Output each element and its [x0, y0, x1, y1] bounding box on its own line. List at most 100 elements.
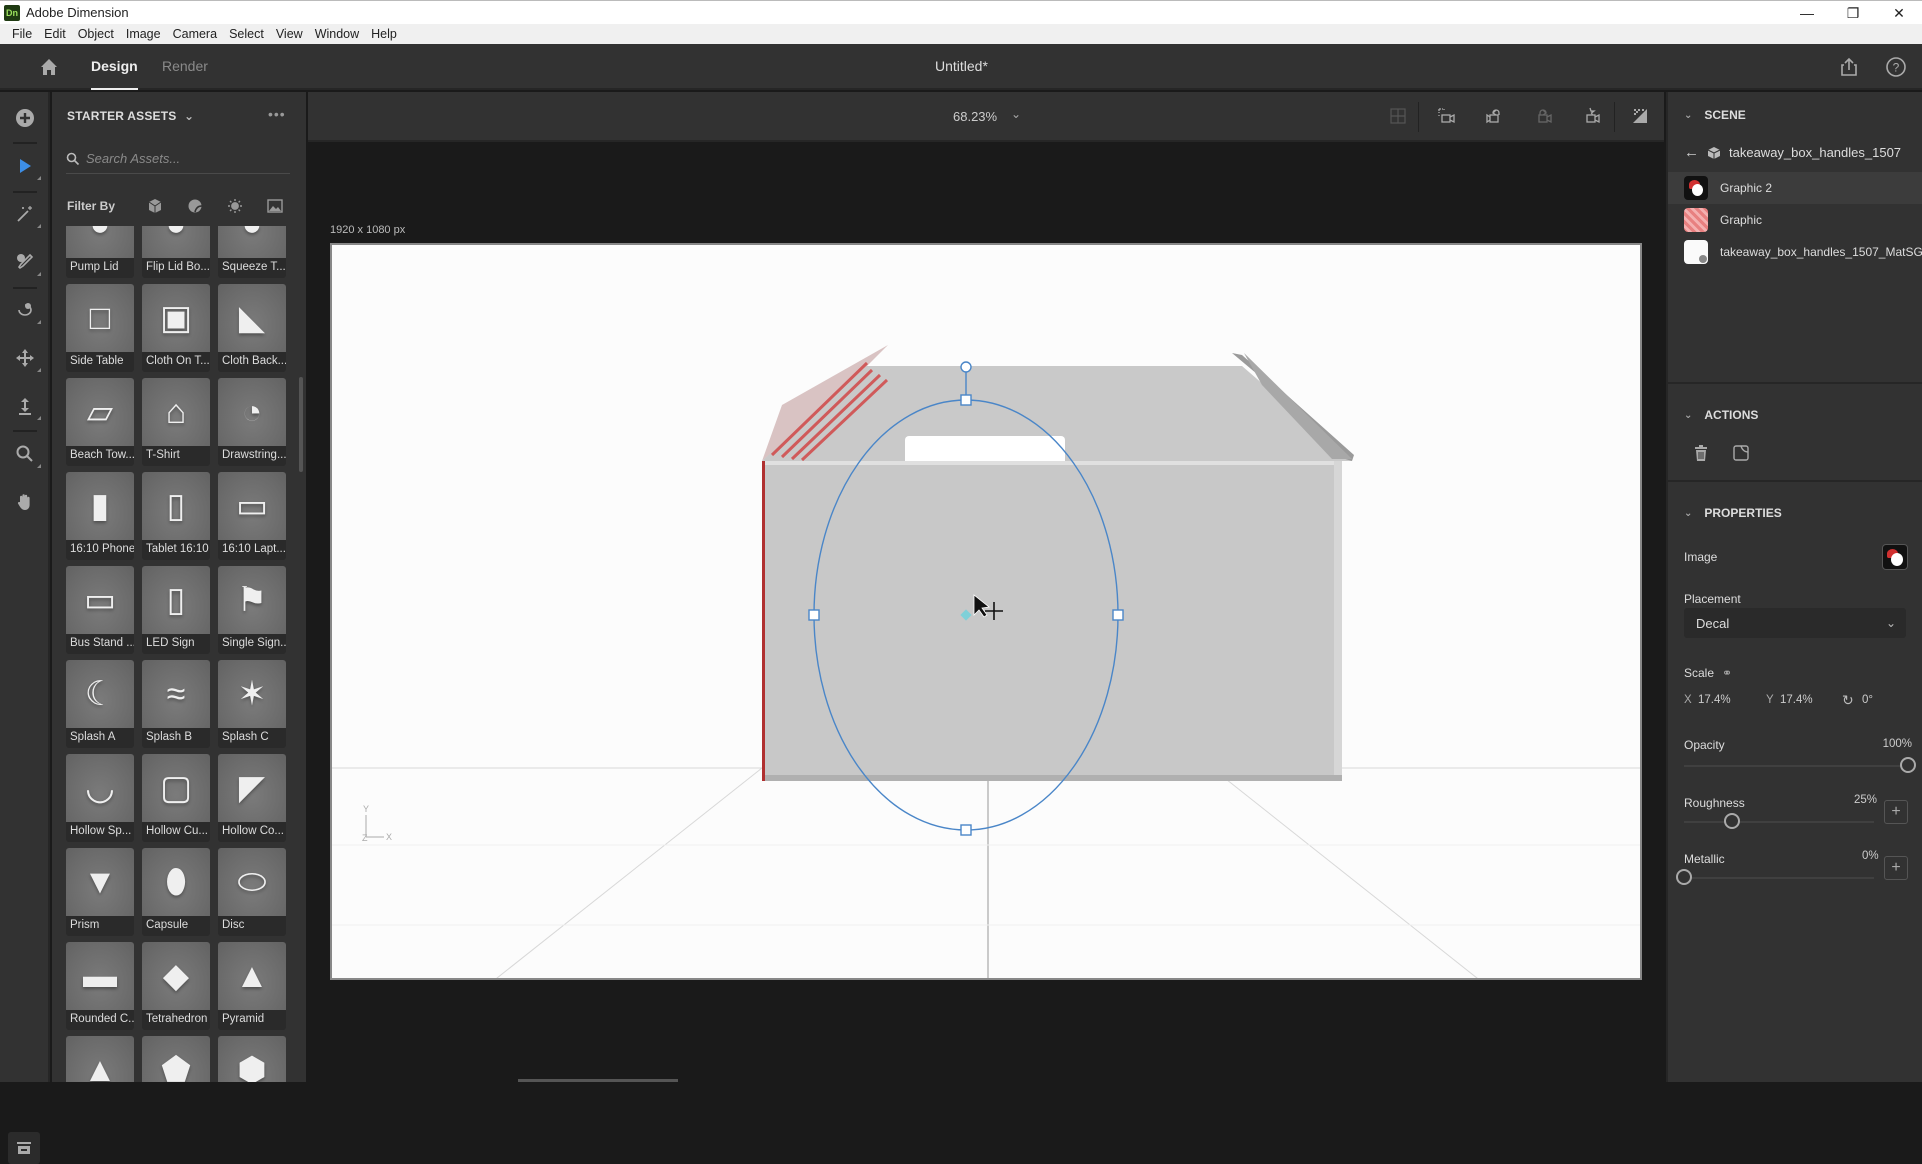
- asset-item[interactable]: ◤ Hollow Co...: [218, 754, 286, 842]
- assets-library-dropdown[interactable]: STARTER ASSETS ⌄: [67, 109, 194, 123]
- metallic-add-map-button[interactable]: +: [1884, 856, 1908, 880]
- menu-image[interactable]: Image: [120, 27, 167, 41]
- asset-item[interactable]: ▮ 16:10 Phone: [66, 472, 134, 560]
- share-icon[interactable]: [1838, 56, 1860, 78]
- close-button[interactable]: ✕: [1876, 1, 1922, 25]
- tab-render[interactable]: Render: [162, 58, 208, 74]
- menu-help[interactable]: Help: [365, 27, 403, 41]
- menu-select[interactable]: Select: [223, 27, 270, 41]
- link-icon[interactable]: ⚭: [1722, 666, 1732, 680]
- asset-item[interactable]: ◒ Squeeze T...: [218, 226, 286, 278]
- asset-item[interactable]: ⬟: [142, 1036, 210, 1082]
- asset-item[interactable]: ▭ 16:10 Lapt...: [218, 472, 286, 560]
- search-assets-field[interactable]: [66, 144, 290, 174]
- menu-camera[interactable]: Camera: [167, 27, 223, 41]
- roughness-add-map-button[interactable]: +: [1884, 800, 1908, 824]
- asset-item[interactable]: ◒ Flip Lid Bo...: [142, 226, 210, 278]
- asset-item[interactable]: ⌂ T-Shirt: [142, 378, 210, 466]
- render-preview-icon[interactable]: [1630, 106, 1650, 126]
- asset-item[interactable]: ▯ LED Sign: [142, 566, 210, 654]
- menu-window[interactable]: Window: [309, 27, 365, 41]
- scene-item-graphic-2[interactable]: Graphic 2: [1668, 172, 1922, 204]
- metallic-slider-knob[interactable]: [1676, 869, 1692, 885]
- scene-root-item[interactable]: ← takeaway_box_handles_1507: [1684, 144, 1901, 161]
- menu-edit[interactable]: Edit: [38, 27, 72, 41]
- asset-item[interactable]: ◔ Drawstring...: [218, 378, 286, 466]
- opacity-slider-knob[interactable]: [1900, 757, 1916, 773]
- edit-image-icon[interactable]: [1732, 444, 1750, 462]
- minimize-button[interactable]: —: [1784, 1, 1830, 25]
- home-icon[interactable]: [38, 56, 60, 78]
- eyedropper-icon[interactable]: [13, 250, 41, 276]
- asset-item[interactable]: ⬭ Disc: [218, 848, 286, 936]
- grid-icon[interactable]: [1388, 106, 1408, 126]
- actions-section-header[interactable]: ⌄ ACTIONS: [1684, 408, 1758, 422]
- help-icon[interactable]: ?: [1885, 56, 1907, 78]
- roughness-slider-track[interactable]: [1684, 821, 1874, 823]
- rotation-input[interactable]: 0°: [1862, 694, 1873, 706]
- metallic-value[interactable]: 0%: [1862, 850, 1879, 862]
- tab-design[interactable]: Design: [91, 58, 138, 90]
- delete-icon[interactable]: [1692, 444, 1710, 462]
- asset-item[interactable]: ◒ Pump Lid: [66, 226, 134, 278]
- search-input[interactable]: [86, 151, 276, 166]
- hand-icon[interactable]: [13, 490, 37, 514]
- chevron-down-icon[interactable]: ⌄: [1011, 107, 1021, 121]
- camera-redo-icon[interactable]: [1534, 106, 1554, 126]
- asset-item[interactable]: ☾ Splash A: [66, 660, 134, 748]
- zoom-icon[interactable]: [13, 442, 41, 468]
- camera-frame-icon[interactable]: [1436, 106, 1456, 126]
- back-arrow-icon[interactable]: ←: [1684, 144, 1699, 161]
- asset-item[interactable]: ⬮ Capsule: [142, 848, 210, 936]
- metallic-slider-track[interactable]: [1684, 877, 1874, 879]
- lights-icon[interactable]: [227, 198, 243, 214]
- properties-section-header[interactable]: ⌄ PROPERTIES: [1684, 506, 1782, 520]
- asset-item[interactable]: ▼ Prism: [66, 848, 134, 936]
- opacity-slider-track[interactable]: [1684, 765, 1908, 767]
- asset-item[interactable]: □ Side Table: [66, 284, 134, 372]
- asset-item[interactable]: ✶ Splash C: [218, 660, 286, 748]
- asset-item[interactable]: ≈ Splash B: [142, 660, 210, 748]
- asset-item[interactable]: ▢ Hollow Cu...: [142, 754, 210, 842]
- scene-section-header[interactable]: ⌄ SCENE: [1684, 108, 1746, 122]
- camera-bookmark-icon[interactable]: [1582, 106, 1602, 126]
- magic-wand-icon[interactable]: [13, 202, 41, 228]
- camera-undo-icon[interactable]: [1485, 106, 1505, 126]
- asset-item[interactable]: ◡ Hollow Sp...: [66, 754, 134, 842]
- asset-item[interactable]: ▣ Cloth On T...: [142, 284, 210, 372]
- image-swatch[interactable]: [1882, 544, 1908, 570]
- assets-scrollbar[interactable]: [299, 377, 303, 472]
- menu-view[interactable]: View: [270, 27, 309, 41]
- move-icon[interactable]: [13, 346, 41, 372]
- asset-item[interactable]: ▱ Beach Tow...: [66, 378, 134, 466]
- asset-item[interactable]: ⚑ Single Sign...: [218, 566, 286, 654]
- scene-item-graphic[interactable]: Graphic: [1668, 204, 1922, 236]
- roughness-value[interactable]: 25%: [1854, 794, 1877, 806]
- images-icon[interactable]: [267, 198, 283, 214]
- roughness-slider-knob[interactable]: [1723, 813, 1740, 829]
- maximize-button[interactable]: ❐: [1830, 1, 1876, 25]
- placement-dropdown[interactable]: Decal ⌄: [1684, 608, 1906, 638]
- opacity-value[interactable]: 100%: [1883, 738, 1912, 750]
- select-tool[interactable]: [13, 154, 41, 180]
- scale-x-input[interactable]: 17.4%: [1698, 694, 1731, 706]
- 3d-canvas[interactable]: Y X Z: [330, 243, 1642, 980]
- scene-item-material[interactable]: takeaway_box_handles_1507_MatSG: [1668, 236, 1922, 268]
- menu-file[interactable]: File: [6, 27, 38, 41]
- asset-item[interactable]: ▭ Bus Stand ...: [66, 566, 134, 654]
- asset-item[interactable]: ▯ Tablet 16:10: [142, 472, 210, 560]
- plus-circle-icon[interactable]: [13, 106, 37, 130]
- orbit-icon[interactable]: [13, 298, 41, 324]
- asset-item[interactable]: ▬ Rounded C...: [66, 942, 134, 1030]
- models-icon[interactable]: [147, 198, 163, 214]
- asset-item[interactable]: ⬢: [218, 1036, 286, 1082]
- menu-object[interactable]: Object: [72, 27, 120, 41]
- zoom-level[interactable]: 68.23%: [953, 109, 997, 124]
- more-options-icon[interactable]: •••: [268, 106, 286, 122]
- asset-item[interactable]: ▲ Pyramid: [218, 942, 286, 1030]
- library-icon[interactable]: [8, 1132, 40, 1164]
- asset-item[interactable]: ◆ Tetrahedron: [142, 942, 210, 1030]
- asset-item[interactable]: ◣ Cloth Back...: [218, 284, 286, 372]
- asset-item[interactable]: ▲: [66, 1036, 134, 1082]
- materials-icon[interactable]: [187, 198, 203, 214]
